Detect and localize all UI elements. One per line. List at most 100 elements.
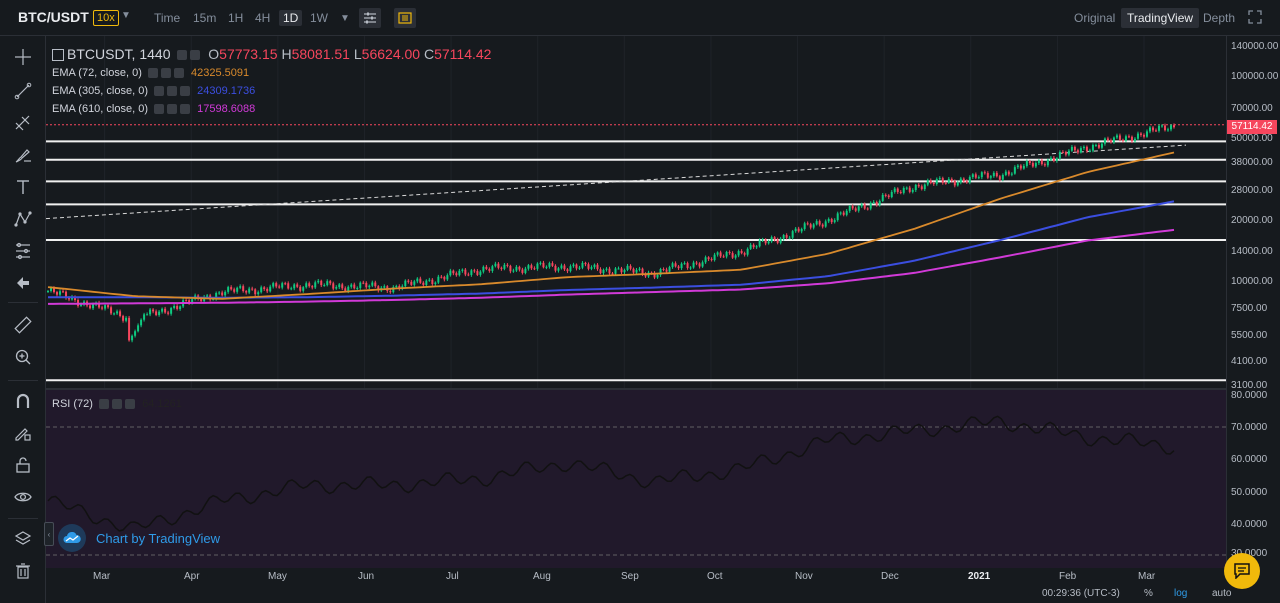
- tf-15m[interactable]: 15m: [193, 10, 216, 26]
- candle-body: [389, 290, 392, 293]
- log-toggle[interactable]: log: [1174, 588, 1187, 599]
- candle-body: [635, 269, 638, 273]
- candle-body: [1088, 150, 1091, 152]
- hide-icon[interactable]: [167, 104, 178, 115]
- candle-body: [605, 268, 608, 270]
- candle-body: [1058, 151, 1061, 159]
- settings-icon[interactable]: [147, 68, 158, 79]
- candle-body: [362, 282, 365, 284]
- view-depth[interactable]: Depth: [1203, 10, 1235, 26]
- time-tick: Apr: [184, 571, 200, 582]
- candle-body: [395, 285, 398, 288]
- candle-body: [1112, 137, 1115, 143]
- remove-icon[interactable]: [125, 399, 136, 410]
- price-axis[interactable]: 140000.00 100000.00 70000.00 50000.00 38…: [1226, 36, 1280, 568]
- hide-icon[interactable]: [160, 68, 171, 79]
- collapse-legend-icon[interactable]: [52, 49, 64, 62]
- settings-icon[interactable]: [154, 104, 165, 115]
- ema72-legend: EMA (72, close, 0) 42325.5091: [52, 65, 249, 81]
- candle-body: [104, 305, 107, 309]
- zoom-in-icon[interactable]: [12, 346, 34, 368]
- time-axis[interactable]: Mar Apr May Jun Jul Aug Sep Oct Nov Dec …: [46, 568, 1226, 586]
- candle-body: [218, 292, 221, 294]
- remove-icon[interactable]: [173, 68, 184, 79]
- remove-icon[interactable]: [180, 86, 191, 97]
- candle-body: [974, 174, 977, 178]
- chart-settings-icon[interactable]: [394, 8, 416, 28]
- pair-title[interactable]: BTC/USDT: [18, 9, 89, 25]
- candle-body: [311, 286, 314, 288]
- candle-body: [1124, 136, 1127, 141]
- collapse-toolbar-icon[interactable]: ‹: [44, 522, 54, 546]
- candle-body: [281, 283, 284, 288]
- pattern-tool-icon[interactable]: [12, 208, 34, 230]
- trend-line-icon[interactable]: [12, 80, 34, 102]
- candle-body: [947, 178, 950, 183]
- candle-body: [869, 202, 872, 209]
- tf-4h[interactable]: 4H: [255, 10, 270, 26]
- fib-tool-icon[interactable]: [12, 112, 34, 134]
- ruler-icon[interactable]: [12, 314, 34, 336]
- candle-body: [512, 270, 515, 272]
- settings-icon[interactable]: [154, 86, 165, 97]
- candle-body: [404, 280, 407, 287]
- settings-icon[interactable]: [177, 50, 188, 61]
- candle-body: [575, 264, 578, 269]
- candle-body: [560, 265, 563, 269]
- candle-body: [368, 285, 371, 288]
- more-timeframes-icon[interactable]: ▼: [340, 11, 350, 27]
- unlock-icon[interactable]: [12, 454, 34, 476]
- auto-toggle[interactable]: auto: [1212, 588, 1231, 599]
- eye-icon[interactable]: [12, 486, 34, 508]
- candle-body: [938, 178, 941, 180]
- candle-body: [317, 280, 320, 283]
- candle-body: [722, 256, 725, 258]
- magnet-icon[interactable]: [12, 390, 34, 412]
- candle-body: [266, 288, 269, 292]
- tf-time[interactable]: Time: [154, 10, 180, 26]
- trash-icon[interactable]: [12, 560, 34, 582]
- prediction-tool-icon[interactable]: [12, 240, 34, 262]
- text-tool-icon[interactable]: [12, 176, 34, 198]
- candle-body: [920, 186, 923, 190]
- candle-body: [923, 184, 926, 190]
- candle-body: [479, 271, 482, 275]
- view-original[interactable]: Original: [1074, 10, 1115, 26]
- candle-body: [449, 270, 452, 276]
- settings-icon[interactable]: [99, 399, 110, 410]
- candle-body: [323, 285, 326, 287]
- hide-icon[interactable]: [112, 399, 123, 410]
- fullscreen-icon[interactable]: [1248, 10, 1262, 27]
- layers-icon[interactable]: [12, 528, 34, 550]
- hide-icon[interactable]: [190, 50, 201, 61]
- draw-mode-lock-icon[interactable]: [12, 422, 34, 444]
- candle-body: [473, 270, 476, 272]
- candle-body: [1070, 146, 1073, 151]
- tf-1d[interactable]: 1D: [279, 10, 303, 26]
- hide-icon[interactable]: [167, 86, 178, 97]
- back-arrow-icon[interactable]: [12, 272, 34, 294]
- brush-icon[interactable]: [12, 144, 34, 166]
- tradingview-watermark[interactable]: Chart by TradingView: [58, 524, 220, 552]
- tf-1h[interactable]: 1H: [228, 10, 243, 26]
- candle-body: [818, 221, 821, 225]
- candle-body: [515, 266, 518, 271]
- candle-body: [968, 177, 971, 183]
- candle-body: [1001, 174, 1004, 180]
- indicator-settings-icon[interactable]: [359, 8, 381, 28]
- candle-body: [530, 265, 533, 269]
- candle-body: [851, 206, 854, 209]
- remove-icon[interactable]: [180, 104, 191, 115]
- crosshair-icon[interactable]: [12, 46, 34, 68]
- candle-body: [527, 265, 530, 269]
- leverage-dropdown-icon[interactable]: ▼: [121, 10, 131, 21]
- view-tradingview[interactable]: TradingView: [1121, 8, 1200, 28]
- percent-toggle[interactable]: %: [1144, 588, 1153, 599]
- candle-body: [56, 292, 59, 295]
- candle-body: [374, 282, 377, 287]
- chat-button[interactable]: [1224, 553, 1260, 589]
- tf-1w[interactable]: 1W: [310, 10, 328, 26]
- leverage-badge[interactable]: 10x: [93, 10, 119, 26]
- candle-body: [356, 287, 359, 289]
- candle-body: [620, 268, 623, 273]
